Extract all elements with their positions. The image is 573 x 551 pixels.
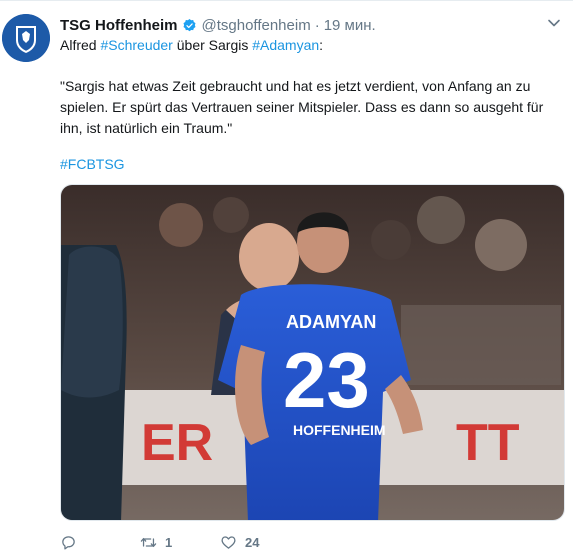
tweet-hashtag-line: #FCBTSG [60, 155, 125, 174]
banner-text: ER [141, 414, 213, 472]
tweet-quote: "Sargis hat etwas Zeit gebraucht und hat… [60, 78, 544, 136]
avatar[interactable] [2, 14, 50, 62]
jersey-number: 23 [283, 336, 370, 424]
reply-button[interactable] [60, 534, 140, 551]
photo-image: ER TT ADAMYAN 23 HOFFENHEIM [61, 185, 564, 520]
tweet-actions: 1 24 [60, 533, 300, 551]
hashtag-link[interactable]: #Adamyan [252, 37, 319, 53]
separator-dot: · [314, 16, 320, 34]
reply-icon [62, 535, 75, 550]
timestamp[interactable]: 19 мин. [324, 17, 376, 34]
club-crest-icon [2, 14, 50, 62]
retweet-button[interactable]: 1 [140, 534, 220, 551]
tweet-header: TSG Hoffenheim @tsghoffenheim · 19 мин. [60, 15, 376, 35]
verified-badge-icon [182, 18, 197, 33]
jersey-sponsor: HOFFENHEIM [293, 422, 386, 438]
intro-text: : [319, 37, 324, 53]
intro-text: Alfred [60, 37, 101, 53]
retweet-count: 1 [165, 534, 173, 550]
tweet-photo[interactable]: ER TT ADAMYAN 23 HOFFENHEIM [60, 184, 565, 521]
chevron-down-icon[interactable] [546, 15, 562, 31]
like-button[interactable]: 24 [220, 534, 300, 551]
retweet-icon [140, 537, 157, 547]
tweet-text-intro: Alfred #Schreuder über Sargis #Adamyan: [60, 36, 323, 55]
hashtag-link[interactable]: #FCBTSG [60, 156, 125, 172]
tweet[interactable]: TSG Hoffenheim @tsghoffenheim · 19 мин. … [0, 0, 573, 551]
jersey-name: ADAMYAN [286, 312, 376, 332]
heart-icon [221, 535, 236, 549]
hashtag-link[interactable]: #Schreuder [100, 37, 172, 53]
banner-text-right: TT [456, 414, 520, 472]
like-count: 24 [245, 534, 260, 550]
author-handle[interactable]: @tsghoffenheim [202, 17, 311, 34]
intro-text: über Sargis [172, 37, 253, 53]
author-name[interactable]: TSG Hoffenheim [60, 17, 178, 34]
